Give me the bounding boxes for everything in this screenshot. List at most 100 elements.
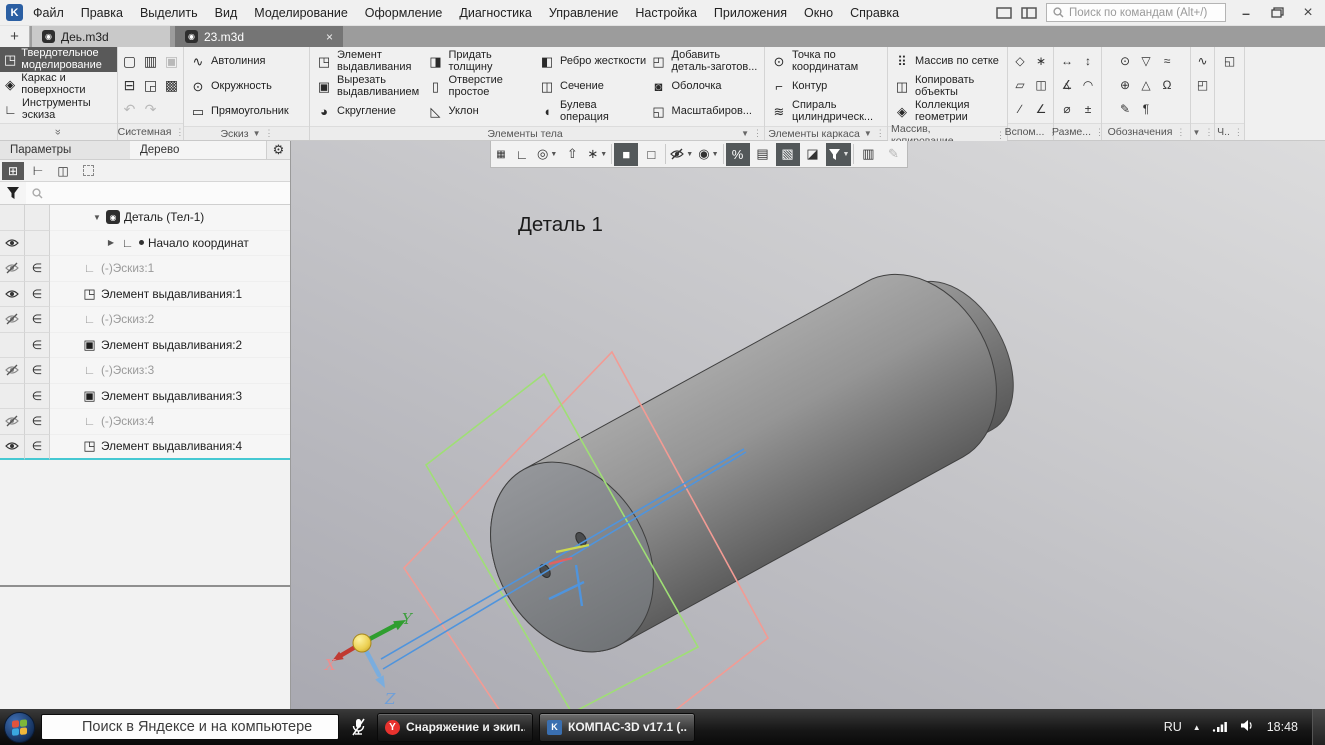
notation-icon-5[interactable]: △ bbox=[1137, 73, 1156, 97]
snap-mode-button[interactable]: % bbox=[726, 143, 750, 166]
tree-search-input[interactable] bbox=[47, 187, 284, 199]
tree-view-structure-button[interactable]: ⊞ bbox=[2, 162, 24, 180]
add-part-blank-button[interactable]: ◰Добавить деталь-заготов... bbox=[649, 49, 761, 74]
dropdown-icon[interactable]: ▼ bbox=[1193, 128, 1201, 137]
tab-close-icon[interactable]: × bbox=[326, 30, 333, 44]
coordinate-systems-button[interactable]: ∗▼ bbox=[585, 143, 609, 166]
tree-row-sketch3[interactable]: ∈ ∟ (-)Эскиз:3 bbox=[0, 358, 290, 384]
aux-icon-2[interactable]: ∗ bbox=[1032, 49, 1051, 73]
section-button[interactable]: ◫Сечение bbox=[537, 74, 649, 99]
section-view-button[interactable]: ◉▼ bbox=[696, 143, 720, 166]
tree-row-part[interactable]: ▼ ◉ Деталь (Тел-1) bbox=[0, 205, 290, 231]
restore-button[interactable] bbox=[1266, 5, 1288, 21]
notation-icon-3[interactable]: ≈ bbox=[1158, 49, 1177, 73]
thicken-button[interactable]: ◨Придать толщину bbox=[426, 49, 538, 74]
visibility-toggle[interactable] bbox=[0, 435, 25, 461]
dim-icon-3[interactable]: ∡ bbox=[1058, 73, 1077, 97]
orientation-button[interactable]: ⇧ bbox=[560, 143, 584, 166]
tab-tree[interactable]: Дерево bbox=[130, 141, 266, 159]
chevron-down-icon[interactable]: ▼ bbox=[712, 151, 719, 158]
tab-doc1[interactable]: ◉ Деь.m3d bbox=[32, 26, 170, 47]
network-signal-icon[interactable] bbox=[1212, 720, 1229, 735]
dim-icon-1[interactable]: ↔ bbox=[1058, 49, 1077, 73]
tree-row-extrude1[interactable]: ∈ ◳ Элемент выдавливания:1 bbox=[0, 282, 290, 308]
measure-button[interactable]: ▥ bbox=[856, 143, 880, 166]
rib-button[interactable]: ◧Ребро жесткости bbox=[537, 49, 649, 74]
open-document-icon[interactable]: ▥ bbox=[141, 49, 161, 73]
preview-icon[interactable]: ◲ bbox=[141, 73, 161, 97]
tab-parameters[interactable]: Параметры bbox=[0, 141, 130, 159]
dropdown-icon[interactable]: ▼ bbox=[864, 129, 872, 138]
menu-applications[interactable]: Приложения bbox=[714, 6, 787, 20]
menu-help[interactable]: Справка bbox=[850, 6, 899, 20]
tree-row-extrude3[interactable]: ∈ ▣ Элемент выдавливания:3 bbox=[0, 384, 290, 410]
redo-icon[interactable]: ↷ bbox=[141, 97, 161, 121]
menu-management[interactable]: Управление bbox=[549, 6, 619, 20]
tree-row-extrude4-selected[interactable]: ∈ ◳ Элемент выдавливания:4 bbox=[0, 435, 290, 461]
viewport-3d[interactable]: Y X Z Деталь 1 ▦ ∟ ◎▼ ⇧ ∗▼ ■ □ ▼ ◉▼ bbox=[291, 141, 1325, 709]
dim-icon-5[interactable]: ⌀ bbox=[1058, 97, 1077, 121]
chevron-down-icon[interactable]: ▼ bbox=[600, 151, 607, 158]
notation-icon-8[interactable]: ¶ bbox=[1137, 97, 1156, 121]
yandex-search-input[interactable]: Поиск в Яндексе и на компьютере bbox=[41, 714, 339, 740]
dim-icon-4[interactable]: ◠ bbox=[1079, 73, 1098, 97]
notation-icon-6[interactable]: Ω bbox=[1158, 73, 1177, 97]
dropdown-icon[interactable]: ▼ bbox=[741, 129, 749, 138]
start-button[interactable] bbox=[4, 712, 35, 743]
autoline-button[interactable]: ∿Автолиния bbox=[188, 49, 305, 74]
hide-objects-button[interactable]: ▼ bbox=[668, 143, 695, 166]
tree-row-sketch1[interactable]: ∈ ∟ (-)Эскиз:1 bbox=[0, 256, 290, 282]
menu-diagnostics[interactable]: Диагностика bbox=[459, 6, 531, 20]
visibility-cell[interactable] bbox=[0, 384, 25, 410]
clock[interactable]: 18:48 bbox=[1267, 720, 1298, 734]
sketch-mode-button[interactable]: ∟ bbox=[510, 143, 534, 166]
aux-icon-6[interactable]: ∠ bbox=[1032, 97, 1051, 121]
menu-layout[interactable]: Оформление bbox=[365, 6, 443, 20]
menu-view[interactable]: Вид bbox=[215, 6, 238, 20]
shaded-display-button[interactable]: ■ bbox=[614, 143, 638, 166]
menu-file[interactable]: Файл bbox=[33, 6, 64, 20]
tree-row-extrude2[interactable]: ∈ ▣ Элемент выдавливания:2 bbox=[0, 333, 290, 359]
zoom-button[interactable]: ◎▼ bbox=[535, 143, 559, 166]
tab-doc2-active[interactable]: ◉ 23.m3d × bbox=[175, 26, 343, 47]
layout-split-icon[interactable] bbox=[1021, 7, 1037, 19]
tray-expand-icon[interactable]: ▲ bbox=[1193, 723, 1201, 732]
clipping-button[interactable]: ▤ bbox=[751, 143, 775, 166]
fillet-button[interactable]: ◕Скругление bbox=[314, 99, 426, 124]
visibility-toggle[interactable] bbox=[0, 358, 25, 384]
menu-edit[interactable]: Правка bbox=[81, 6, 123, 20]
scene-render-button[interactable]: ▧ bbox=[776, 143, 800, 166]
tree-row-sketch4[interactable]: ∈ ∟ (-)Эскиз:4 bbox=[0, 409, 290, 435]
dim-icon-6[interactable]: ± bbox=[1079, 97, 1098, 121]
aux-icon-4[interactable]: ◫ bbox=[1032, 73, 1051, 97]
notation-icon-4[interactable]: ⊕ bbox=[1116, 73, 1135, 97]
chevron-down-icon[interactable]: ▼ bbox=[686, 151, 693, 158]
tree-row-sketch2[interactable]: ∈ ∟ (-)Эскиз:2 bbox=[0, 307, 290, 333]
circle-button[interactable]: ⊙Окружность bbox=[188, 74, 305, 99]
expand-collapse-icon[interactable]: ▶ bbox=[106, 238, 116, 247]
spiral-button[interactable]: ≋Спираль цилиндрическ... bbox=[769, 99, 883, 124]
notation-icon-7[interactable]: ✎ bbox=[1116, 97, 1135, 121]
mode-sketch-tools[interactable]: ∟ Инструменты эскиза bbox=[0, 97, 117, 122]
aux-icon-5[interactable]: ∕ bbox=[1011, 97, 1030, 121]
filter-button[interactable] bbox=[0, 182, 26, 204]
chevron-down-icon[interactable]: ▼ bbox=[843, 151, 850, 158]
visibility-toggle[interactable] bbox=[0, 409, 25, 435]
menu-modeling[interactable]: Моделирование bbox=[254, 6, 348, 20]
new-document-icon[interactable]: ▢ bbox=[120, 49, 140, 73]
minimize-button[interactable]: – bbox=[1235, 5, 1257, 21]
cut-extrude-button[interactable]: ▣Вырезать выдавливанием bbox=[314, 74, 426, 99]
tree-view-components-button[interactable]: ◫ bbox=[52, 162, 74, 180]
menu-window[interactable]: Окно bbox=[804, 6, 833, 20]
undo-icon[interactable]: ↶ bbox=[120, 97, 140, 121]
save-icon[interactable]: ▣ bbox=[162, 49, 182, 73]
geometry-collection-button[interactable]: ◈Коллекция геометрии bbox=[892, 99, 1003, 124]
grid-array-button[interactable]: ⠿Массив по сетке bbox=[892, 49, 1003, 74]
origin-sphere[interactable] bbox=[353, 634, 371, 652]
language-indicator[interactable]: RU bbox=[1164, 720, 1182, 734]
visibility-toggle[interactable] bbox=[0, 307, 25, 333]
extra-icon-2[interactable]: ◰ bbox=[1193, 73, 1212, 97]
command-search-input[interactable]: Поиск по командам (Alt+/) bbox=[1046, 3, 1226, 22]
part-cylinder[interactable] bbox=[458, 238, 1043, 681]
taskbar-button-yandex[interactable]: Y Снаряжение и экип... bbox=[377, 713, 533, 742]
